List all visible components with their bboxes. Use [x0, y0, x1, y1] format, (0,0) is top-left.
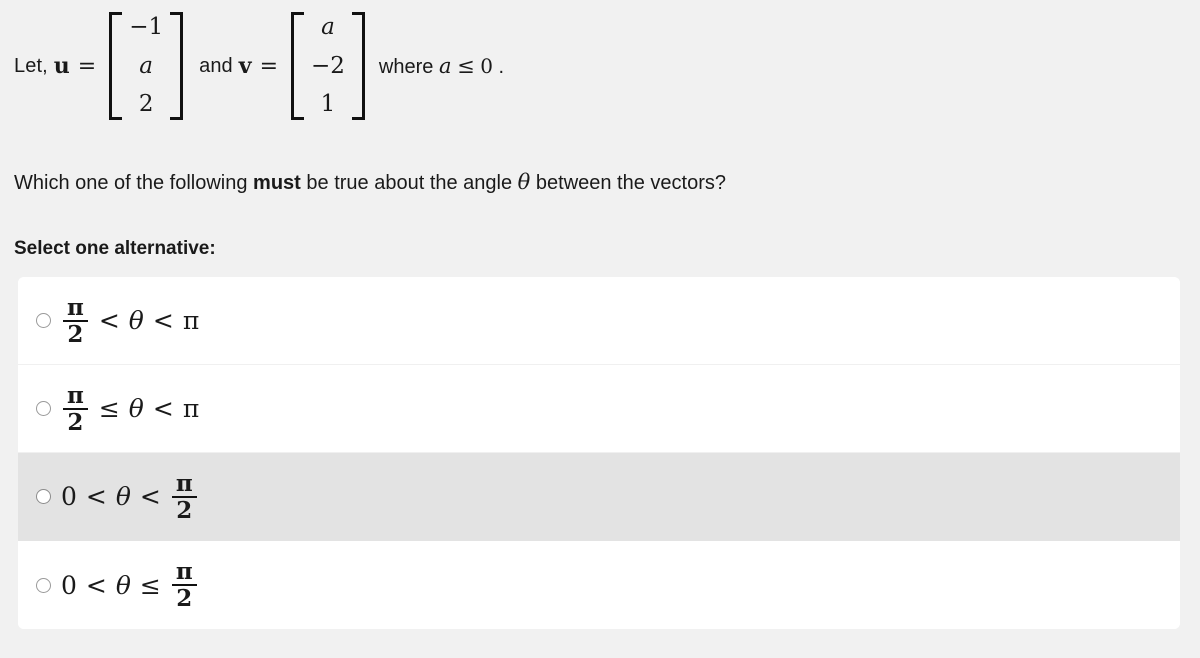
option-3-left-value: 0 — [61, 482, 77, 511]
vector-u-cell-1: −1 — [129, 14, 164, 40]
condition-text: where a ≤ 0 . — [379, 54, 504, 79]
question-part-2: be true about the angle — [300, 172, 518, 194]
condition-relation: ≤ — [457, 53, 475, 78]
right-bracket-v — [351, 12, 365, 120]
statement-lead: Let, — [14, 54, 48, 77]
option-2-variable: θ — [128, 394, 144, 423]
vector-u-cell-2: a — [139, 52, 154, 79]
option-3-right-denominator: 2 — [176, 496, 193, 524]
vector-u-cells: −1 a 2 — [122, 12, 170, 120]
vector-u-matrix: −1 a 2 — [109, 12, 184, 120]
option-4-right-numerator: π — [175, 558, 193, 585]
equals-sign-v: = — [259, 53, 279, 79]
option-2-left-denominator: 2 — [67, 408, 84, 436]
option-4-right-fraction: π 2 — [171, 558, 197, 612]
radio-button-option-1[interactable] — [36, 313, 51, 328]
right-bracket-u — [170, 12, 184, 120]
option-3-variable: θ — [115, 482, 131, 511]
option-3-right-numerator: π — [175, 469, 193, 497]
option-4-left-value: 0 — [61, 570, 77, 600]
vector-v-cells: a −2 1 — [304, 12, 352, 120]
option-4-relation-left: < — [85, 570, 107, 600]
option-row-2[interactable]: π 2 ≤ θ < π — [18, 365, 1180, 453]
option-3-right-fraction: π 2 — [171, 469, 197, 524]
radio-button-option-4[interactable] — [36, 577, 51, 593]
vector-v-matrix: a −2 1 — [291, 12, 365, 120]
option-3-relation-right: < — [139, 482, 161, 511]
vector-v-label: v — [238, 53, 252, 79]
option-1-relation-left: < — [98, 306, 120, 335]
question-part-1: Which one of the following — [14, 172, 254, 194]
question-text: Which one of the following must be true … — [14, 170, 726, 195]
vector-v-cell-2: −2 — [311, 52, 345, 79]
option-2-relation-right: < — [152, 394, 174, 423]
option-1-right-value: π — [182, 306, 200, 335]
option-1-left-denominator: 2 — [67, 320, 84, 348]
radio-button-option-3[interactable] — [36, 489, 51, 504]
option-4-variable: θ — [115, 570, 131, 600]
quiz-page: Let, u = −1 a 2 and v = a −2 1 where a ≤… — [0, 0, 1200, 658]
option-row-1[interactable]: π 2 < θ < π — [18, 277, 1180, 365]
option-2-left-numerator: π — [67, 381, 84, 409]
option-1-variable: θ — [128, 306, 144, 335]
option-3-relation-left: < — [85, 482, 107, 511]
option-1-relation-right: < — [152, 306, 174, 335]
option-2-left-fraction: π 2 — [63, 383, 88, 435]
radio-button-option-2[interactable] — [36, 401, 51, 416]
vector-v-cell-3: 1 — [320, 91, 336, 117]
option-1-left-numerator: π — [67, 293, 84, 321]
condition-variable: a — [438, 53, 452, 78]
option-4-right-denominator: 2 — [176, 585, 193, 612]
equals-sign-u: = — [77, 53, 97, 79]
condition-value: 0 — [480, 53, 493, 78]
condition-suffix: . — [498, 55, 505, 78]
select-one-instruction: Select one alternative: — [14, 238, 216, 259]
vector-u-label: u — [53, 53, 70, 79]
option-4-expression: 0 < θ ≤ π 2 — [61, 559, 199, 611]
left-bracket-v — [291, 12, 305, 120]
option-1-left-fraction: π 2 — [63, 295, 88, 347]
vector-u-cell-3: 2 — [138, 91, 154, 117]
condition-prefix: where — [378, 55, 434, 78]
left-bracket-u — [109, 12, 123, 120]
vector-v-cell-1: a — [321, 14, 335, 40]
option-1-expression: π 2 < θ < π — [61, 295, 199, 347]
question-emphasis: must — [253, 172, 301, 194]
option-2-relation-left: ≤ — [98, 394, 120, 423]
problem-statement: Let, u = −1 a 2 and v = a −2 1 where a ≤… — [14, 12, 504, 120]
options-card: π 2 < θ < π π 2 ≤ θ < π 0 < θ < π 2 0 < … — [18, 277, 1180, 629]
option-2-expression: π 2 ≤ θ < π — [61, 383, 199, 435]
statement-conjunction: and — [199, 54, 233, 77]
option-row-3[interactable]: 0 < θ < π 2 — [18, 453, 1180, 541]
option-4-relation-right: ≤ — [139, 570, 161, 600]
question-part-3: between the vectors? — [530, 172, 727, 194]
question-theta-symbol: θ — [517, 170, 531, 194]
option-3-expression: 0 < θ < π 2 — [61, 471, 199, 523]
option-2-right-value: π — [182, 394, 200, 423]
option-row-4[interactable]: 0 < θ ≤ π 2 — [18, 541, 1180, 629]
